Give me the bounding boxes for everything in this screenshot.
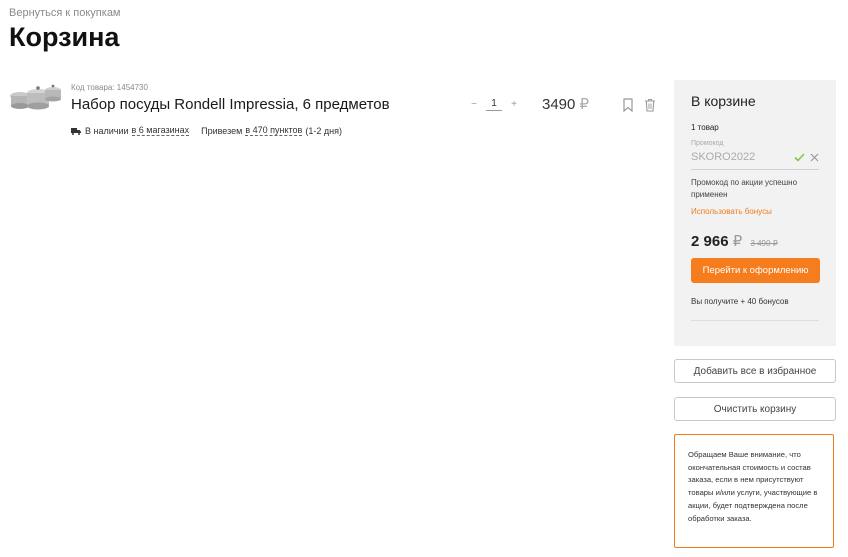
page-title: Корзина <box>9 22 120 52</box>
items-count: 1 товар <box>691 123 719 132</box>
total-currency: ₽ <box>732 233 743 250</box>
promo-code-value[interactable]: SKORO2022 <box>691 151 755 163</box>
summary-title: В корзине <box>691 93 756 109</box>
qty-decrease-button[interactable]: − <box>468 99 480 110</box>
total-value: 2 966 <box>691 233 729 250</box>
check-icon <box>794 153 805 162</box>
item-price-value: 3490 <box>542 96 576 113</box>
delivery-label: Привезем <box>201 125 243 136</box>
back-to-shopping-link[interactable]: Вернуться к покупкам <box>9 7 121 19</box>
item-price: 3490 ₽ <box>542 95 589 113</box>
item-price-currency: ₽ <box>579 96 590 113</box>
availability-label: В наличии <box>85 125 129 136</box>
promo-code-field[interactable]: SKORO2022 <box>691 151 819 170</box>
delivery-time: (1-2 дня) <box>305 125 342 136</box>
product-sku: Код товара: 1454730 <box>71 83 148 92</box>
old-total: 3 490 ₽ <box>750 239 778 248</box>
bonus-info: Вы получите + 40 бонусов <box>691 297 789 306</box>
checkout-button[interactable]: Перейти к оформлению <box>691 258 820 283</box>
trash-icon[interactable] <box>644 98 656 112</box>
price-notice: Обращаем Ваше внимание, что окончательна… <box>674 434 834 548</box>
qty-increase-button[interactable]: + <box>508 99 520 110</box>
product-name[interactable]: Набор посуды Rondell Impressia, 6 предме… <box>71 96 390 113</box>
promo-applied-message: Промокод по акции успешно применен <box>691 178 798 199</box>
promo-label: Промокод <box>691 140 724 147</box>
truck-icon <box>71 127 81 135</box>
divider <box>691 320 819 321</box>
qty-input[interactable]: 1 <box>486 98 502 111</box>
product-image[interactable] <box>8 80 62 114</box>
order-summary-panel: В корзине 1 товар Промокод SKORO2022 Про… <box>674 80 836 346</box>
close-icon[interactable] <box>810 153 819 162</box>
bookmark-icon[interactable] <box>622 98 634 112</box>
order-total: 2 966 ₽ 3 490 ₽ <box>691 232 778 250</box>
pickup-points-link[interactable]: в 470 пунктов <box>245 125 303 136</box>
stores-link[interactable]: в 6 магазинах <box>131 125 190 136</box>
cart-item: Код товара: 1454730 Набор посуды Rondell… <box>8 80 658 150</box>
clear-cart-button[interactable]: Очистить корзину <box>674 397 836 421</box>
add-all-to-favorites-button[interactable]: Добавить все в избранное <box>674 359 836 383</box>
quantity-stepper: − 1 + <box>468 98 520 111</box>
availability-row: В наличии в 6 магазинах Привезем в 470 п… <box>71 125 342 136</box>
use-bonus-link[interactable]: Использовать бонусы <box>691 207 772 216</box>
